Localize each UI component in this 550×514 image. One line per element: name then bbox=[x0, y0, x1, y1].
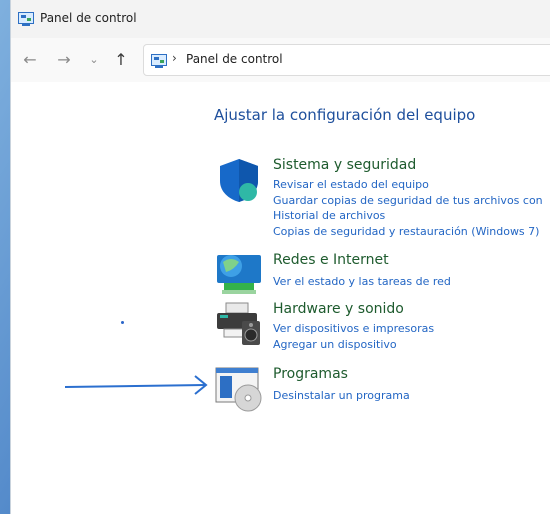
shield-icon[interactable] bbox=[214, 157, 264, 203]
title-bar: Panel de control bbox=[11, 0, 550, 38]
recent-locations-chevron-icon[interactable]: ⌄ bbox=[83, 50, 105, 70]
annotation-dot bbox=[121, 321, 124, 324]
control-panel-window: Panel de control ← → ⌄ ↑ › Panel de cont… bbox=[10, 0, 550, 514]
network-globe-icon[interactable] bbox=[214, 252, 264, 298]
main-content: Ajustar la configuración del equipo Sist… bbox=[11, 82, 550, 514]
control-panel-icon bbox=[18, 11, 34, 26]
page-title: Ajustar la configuración del equipo bbox=[214, 106, 476, 124]
forward-arrow-icon[interactable]: → bbox=[53, 50, 75, 70]
category-title-hardware-sound[interactable]: Hardware y sonido bbox=[273, 301, 404, 317]
programs-disc-icon[interactable] bbox=[214, 366, 264, 412]
annotation-arrow-icon bbox=[63, 372, 213, 396]
category-title-network-internet[interactable]: Redes e Internet bbox=[273, 252, 389, 268]
address-bar[interactable]: › Panel de control bbox=[143, 44, 550, 76]
link-devices-printers[interactable]: Ver dispositivos e impresoras bbox=[273, 321, 434, 336]
back-arrow-icon[interactable]: ← bbox=[19, 50, 41, 70]
link-review-computer-status[interactable]: Revisar el estado del equipo bbox=[273, 177, 429, 192]
printer-speaker-icon[interactable] bbox=[214, 301, 264, 347]
up-arrow-icon[interactable]: ↑ bbox=[110, 50, 132, 70]
category-title-programs[interactable]: Programas bbox=[273, 366, 348, 382]
link-network-status[interactable]: Ver el estado y las tareas de red bbox=[273, 274, 451, 289]
category-title-system-security[interactable]: Sistema y seguridad bbox=[273, 157, 416, 173]
link-add-device[interactable]: Agregar un dispositivo bbox=[273, 337, 397, 352]
link-file-history[interactable]: Historial de archivos bbox=[273, 208, 385, 223]
breadcrumb-control-panel[interactable]: Panel de control bbox=[186, 52, 283, 66]
control-panel-icon bbox=[151, 53, 167, 68]
link-uninstall-program[interactable]: Desinstalar un programa bbox=[273, 388, 410, 403]
link-backup-files[interactable]: Guardar copias de seguridad de tus archi… bbox=[273, 193, 543, 208]
link-backup-restore[interactable]: Copias de seguridad y restauración (Wind… bbox=[273, 224, 539, 239]
breadcrumb-separator-icon: › bbox=[172, 51, 177, 65]
window-title: Panel de control bbox=[40, 11, 137, 25]
